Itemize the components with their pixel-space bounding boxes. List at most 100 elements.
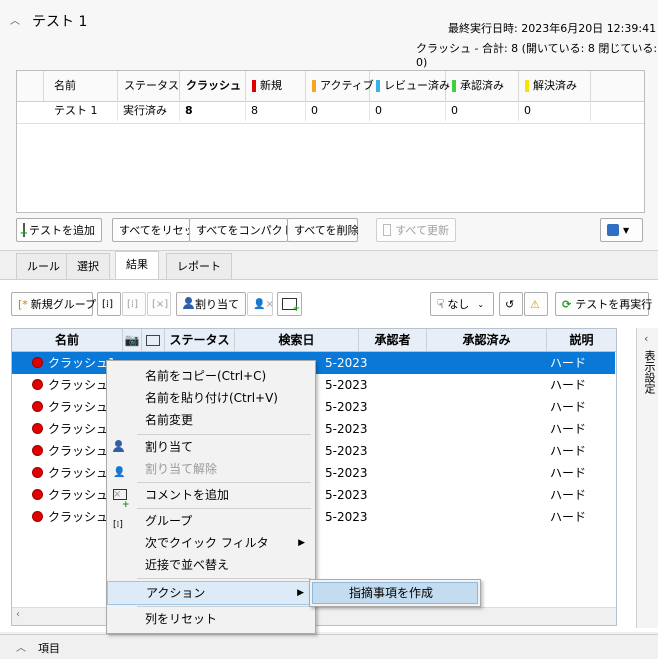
remove-group-icon: [×] xyxy=(152,298,169,310)
menu-create-issue[interactable]: 指摘事項を作成 xyxy=(312,582,478,604)
col-name[interactable]: 名前 xyxy=(44,71,118,101)
col-approved[interactable]: 承認済み xyxy=(446,71,519,101)
row-found-date: 5-2023 xyxy=(325,400,368,414)
add-comment-button[interactable]: + xyxy=(277,292,302,316)
warning-filter-button[interactable]: ⚠ xyxy=(524,292,548,316)
rerun-icon: ⟳ xyxy=(562,297,572,311)
export-dropdown-button[interactable]: ▼ xyxy=(600,218,643,242)
row-description: ハード xyxy=(550,444,587,458)
col-resolved[interactable]: 解決済み xyxy=(519,71,591,101)
panel-title: テスト 1 xyxy=(32,14,88,30)
col-status[interactable]: ステータス xyxy=(118,71,180,101)
row-description: ハード xyxy=(550,466,587,480)
reset-all-button[interactable]: すべてをリセット xyxy=(112,218,206,242)
delete-all-button[interactable]: すべてを削除 xyxy=(287,218,359,242)
menu-reset-columns[interactable]: 列をリセット xyxy=(107,608,313,630)
resolved-color-swatch xyxy=(525,80,529,92)
status-dot-icon xyxy=(32,401,43,412)
display-settings-panel[interactable]: ‹ 表示設定 xyxy=(636,328,658,628)
row-found-date: 5-2023 xyxy=(325,510,368,524)
tab-rules-label: ルール xyxy=(27,260,60,273)
tab-rules[interactable]: ルール xyxy=(16,253,71,279)
tab-report[interactable]: レポート xyxy=(166,253,232,279)
menu-assign[interactable]: 割り当て xyxy=(107,436,313,458)
col-image[interactable]: 📷 xyxy=(123,329,142,351)
menu-add-comment[interactable]: + コメントを追加 xyxy=(107,484,313,510)
rerun-label: テストを再実行 xyxy=(575,298,653,311)
chevron-left-icon[interactable]: ‹ xyxy=(644,332,648,345)
menu-sort-proximity[interactable]: 近接で並べ替え xyxy=(107,554,313,576)
undo-button[interactable]: ↺ xyxy=(499,292,523,316)
col-found-date[interactable]: 検索日 xyxy=(235,329,359,351)
col-comment[interactable] xyxy=(142,329,165,351)
update-all-button[interactable]: すべて更新 xyxy=(376,218,456,242)
col-approver[interactable]: 承認者 xyxy=(359,329,427,351)
col-reviewed[interactable]: レビュー済み xyxy=(370,71,450,101)
menu-quick-filter-label: 次でクイック フィルタ xyxy=(145,536,269,550)
new-group-icon: [* xyxy=(18,297,28,311)
col-crash[interactable]: クラッシュ xyxy=(180,71,246,101)
row-found-date: 5-2023 xyxy=(325,422,368,436)
menu-paste-name[interactable]: 名前を貼り付け(Ctrl+V) xyxy=(107,387,313,409)
submenu-arrow-icon: ▶ xyxy=(297,588,304,598)
items-footer[interactable]: ︿ 項目 xyxy=(0,634,658,659)
row-name: クラッシュ4 xyxy=(32,418,116,440)
group-button[interactable]: [⁞] xyxy=(97,292,121,316)
cell-name: テスト 1 xyxy=(44,101,118,121)
col-approved[interactable]: 承認済み xyxy=(427,329,547,351)
col-status[interactable]: ステータス xyxy=(165,329,235,351)
menu-reset-columns-label: 列をリセット xyxy=(145,612,218,626)
assign-button[interactable]: 割り当て xyxy=(176,292,246,316)
status-dot-icon xyxy=(32,445,43,456)
assign-user-icon xyxy=(113,440,127,454)
col-new[interactable]: 新規 xyxy=(246,71,306,101)
status-dot-icon xyxy=(32,423,43,434)
remove-group-button[interactable]: [×] xyxy=(147,292,171,316)
col-description[interactable]: 説明 xyxy=(547,329,616,351)
col-active[interactable]: アクティブ xyxy=(306,71,374,101)
row-found-date: 5-2023 xyxy=(325,466,368,480)
test-panel: ︿ テスト 1 最終実行日時: 2023年6月20日 12:39:41 クラッシ… xyxy=(0,0,658,251)
col-name[interactable]: 名前 xyxy=(12,329,123,351)
unassign-button[interactable]: 👤× xyxy=(247,292,274,316)
rerun-test-button[interactable]: ⟳ テストを再実行 xyxy=(555,292,653,316)
compact-all-button[interactable]: すべてをコンパクト化 xyxy=(189,218,305,242)
last-run-text: 最終実行日時: 2023年6月20日 12:39:41 xyxy=(448,22,657,35)
menu-copy-name[interactable]: 名前をコピー(Ctrl+C) xyxy=(107,365,313,387)
camera-icon: 📷 xyxy=(124,333,140,347)
expand-icon[interactable]: ︿ xyxy=(16,639,26,654)
row-name: クラッシュ1 xyxy=(32,352,116,374)
row-found-date: 5-2023 xyxy=(325,444,368,458)
tab-results[interactable]: 結果 xyxy=(115,251,159,279)
status-dot-icon xyxy=(32,467,43,478)
add-test-button[interactable]: + テストを追加 xyxy=(16,218,102,242)
add-test-label: テストを追加 xyxy=(29,224,95,237)
tab-selection[interactable]: 選択 xyxy=(66,253,110,279)
comment-icon: + xyxy=(282,298,300,314)
summary-row[interactable]: テスト 1 実行済み 8 8 0 0 0 0 xyxy=(17,101,644,124)
menu-copy-name-label: 名前をコピー(Ctrl+C) xyxy=(145,369,267,383)
group-icon: [⁞] xyxy=(102,298,113,310)
row-name: クラッシュ2 xyxy=(32,374,116,396)
row-found-date: 5-2023 xyxy=(325,356,368,370)
menu-actions-label: アクション xyxy=(146,586,206,600)
collapse-icon[interactable]: ︿ xyxy=(10,12,20,27)
unassign-icon: 👤× xyxy=(113,467,126,500)
menu-quick-filter[interactable]: 次でクイック フィルタ ▶ xyxy=(107,532,313,554)
col-reviewed-label: レビュー済み xyxy=(384,79,450,92)
menu-unassign[interactable]: 👤× 割り当て解除 xyxy=(107,458,313,500)
filter-label: なし xyxy=(447,298,470,311)
filter-dropdown[interactable]: ☟ なし ⌄ xyxy=(430,292,494,316)
menu-rename[interactable]: 名前変更 xyxy=(107,409,313,431)
scroll-left-icon[interactable]: ‹ xyxy=(16,609,20,620)
cell-approved: 0 xyxy=(446,101,519,121)
undo-icon: ↺ xyxy=(505,297,515,311)
ungroup-button[interactable]: [⁞] xyxy=(122,292,146,316)
add-test-icon: + xyxy=(20,223,28,239)
new-group-button[interactable]: [* 新規グループ xyxy=(11,292,96,316)
menu-actions[interactable]: アクション ▶ xyxy=(107,581,313,605)
row-name: クラッシュ7 xyxy=(32,484,116,506)
display-settings-label: 表示設定 xyxy=(643,350,656,394)
row-description: ハード xyxy=(550,378,587,392)
menu-group[interactable]: [⁞] グループ xyxy=(107,510,313,532)
